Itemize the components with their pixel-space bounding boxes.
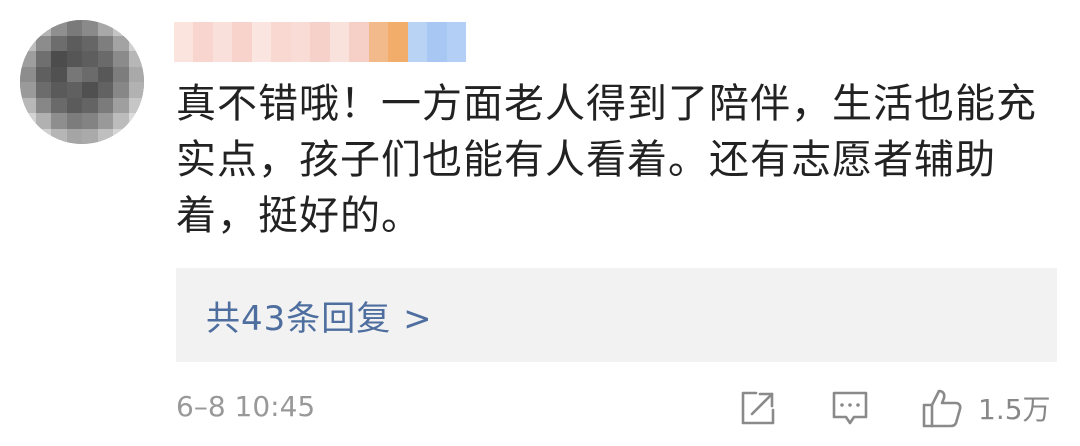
like-button[interactable]: 1.5万 — [920, 386, 1051, 430]
share-icon — [738, 388, 778, 428]
avatar-mosaic — [20, 20, 144, 144]
timestamp: 6–8 10:45 — [176, 390, 316, 423]
comment-card: 真不错哦！一方面老人得到了陪伴，生活也能充实点，孩子们也能有人看着。还有志愿者辅… — [0, 0, 1080, 446]
comment-footer: 6–8 10:45 1.5万 — [176, 384, 1056, 434]
replies-box[interactable]: 共43条回复 > — [176, 268, 1057, 362]
thumbs-up-icon — [920, 386, 964, 430]
share-button[interactable] — [738, 386, 778, 430]
comment-text: 真不错哦！一方面老人得到了陪伴，生活也能充实点，孩子们也能有人看着。还有志愿者辅… — [176, 81, 1037, 239]
like-count: 1.5万 — [978, 393, 1051, 426]
comment-icon — [830, 388, 870, 428]
reply-button[interactable] — [830, 386, 870, 430]
username-pixelated[interactable] — [174, 22, 467, 62]
replies-link[interactable]: 共43条回复 > — [206, 291, 433, 340]
avatar[interactable] — [20, 20, 144, 144]
